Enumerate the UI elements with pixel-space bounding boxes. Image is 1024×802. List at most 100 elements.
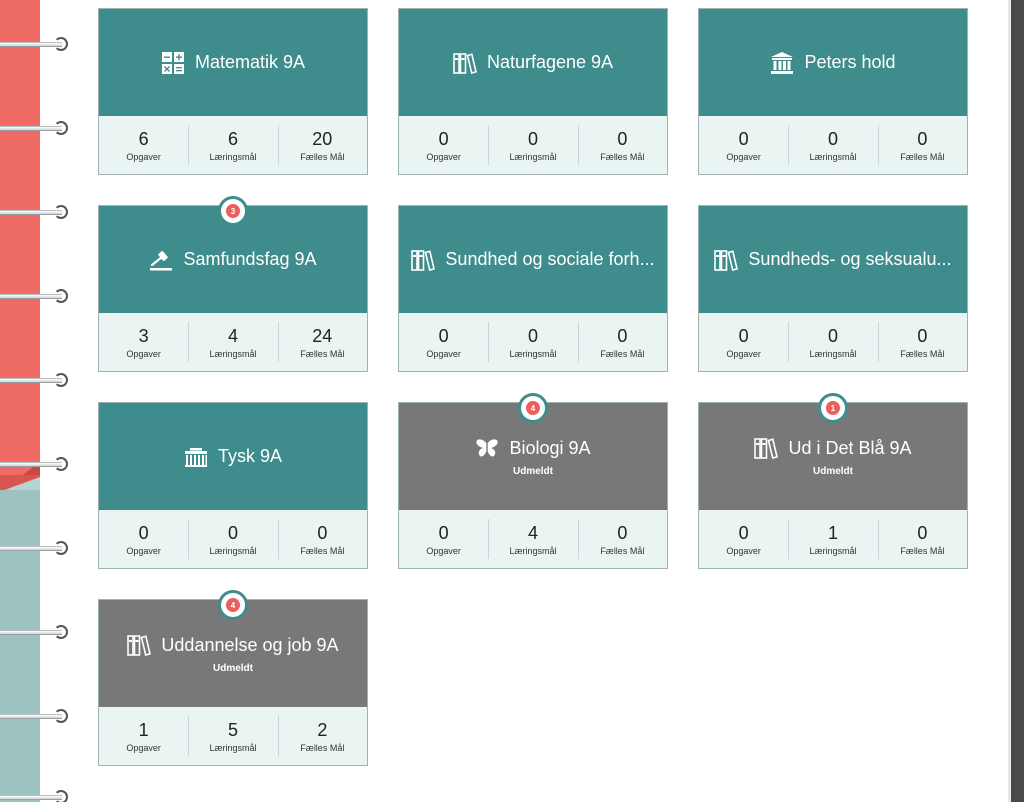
stat-label: Læringsmål	[509, 348, 557, 359]
brandenburg-gate-icon	[184, 445, 208, 469]
stat-tasks[interactable]: 1 Opgaver	[99, 707, 188, 765]
notification-badge[interactable]: 4	[218, 590, 248, 620]
course-card[interactable]: 1 Ud i Det Blå 9A Udmeldt 0 Opgaver 1 Lærings…	[698, 393, 968, 569]
stat-goals[interactable]: 6 Læringsmål	[188, 116, 277, 174]
course-card[interactable]: 3 Samfundsfag 9A 3 Opgaver 4 Læringsmål 24 Fæl…	[98, 196, 368, 372]
stat-value: 0	[527, 128, 538, 149]
card-title-row: Tysk 9A	[107, 445, 359, 469]
stat-tasks[interactable]: 0 Opgaver	[399, 116, 488, 174]
stat-common-goals[interactable]: 0 Fælles Mål	[877, 510, 967, 568]
notification-badge[interactable]: 1	[818, 393, 848, 423]
stat-goals[interactable]: 4 Læringsmål	[188, 313, 277, 371]
stat-common-goals[interactable]: 0 Fælles Mål	[577, 510, 667, 568]
stat-goals[interactable]: 4 Læringsmål	[488, 510, 577, 568]
stat-tasks[interactable]: 0 Opgaver	[399, 313, 488, 371]
course-card[interactable]: Tysk 9A 0 Opgaver 0 Læringsmål 0 Fælles Mål	[98, 402, 368, 569]
books-icon	[714, 248, 739, 272]
card-header[interactable]: Sundhed og sociale forh...	[399, 206, 667, 313]
stat-value: 5	[227, 719, 238, 740]
stat-tasks[interactable]: 0 Opgaver	[399, 510, 488, 568]
stat-goals[interactable]: 1 Læringsmål	[788, 510, 877, 568]
course-card[interactable]: Peters hold 0 Opgaver 0 Læringsmål 0 Fælles Må…	[698, 8, 968, 175]
stat-value: 0	[527, 325, 538, 346]
stat-label: Læringsmål	[209, 545, 257, 556]
card-header[interactable]: Matematik 9A	[99, 9, 367, 116]
stat-value: 0	[317, 522, 328, 543]
course-card[interactable]: Sundhed og sociale forh... 0 Opgaver 0 Lærin…	[398, 205, 668, 372]
card-title: Uddannelse og job 9A	[161, 634, 339, 655]
books-icon	[754, 436, 779, 460]
stat-label: Opgaver	[426, 348, 461, 359]
status-label: Udmeldt	[213, 663, 253, 674]
course-card[interactable]: 4 Biologi 9A Udmeldt 0 Opgaver 4 Læringsmål 0 F…	[398, 393, 668, 569]
card-title: Naturfagene 9A	[486, 52, 614, 72]
stat-goals[interactable]: 0 Læringsmål	[788, 313, 877, 371]
stat-common-goals[interactable]: 0 Fælles Mål	[877, 116, 967, 174]
stat-common-goals[interactable]: 0 Fælles Mål	[277, 510, 367, 568]
stat-goals[interactable]: 0 Læringsmål	[488, 313, 577, 371]
card-stats: 0 Opgaver 0 Læringsmål 0 Fælles Mål	[399, 313, 667, 371]
decor-paper	[0, 490, 40, 802]
stat-value: 0	[917, 325, 928, 346]
card-title: Peters hold	[804, 52, 896, 72]
stat-label: Læringsmål	[809, 348, 857, 359]
card-stats: 0 Opgaver 0 Læringsmål 0 Fælles Mål	[399, 116, 667, 174]
course-card[interactable]: 4 Uddannelse og job 9A Udmeldt 1 Opgaver 5 Læ…	[98, 590, 368, 766]
notification-badge[interactable]: 4	[518, 393, 548, 423]
stat-label: Fælles Mål	[300, 151, 345, 162]
stat-label: Opgaver	[126, 545, 161, 556]
stat-common-goals[interactable]: 0 Fælles Mål	[877, 313, 967, 371]
stat-label: Fælles Mål	[600, 151, 645, 162]
stat-tasks[interactable]: 0 Opgaver	[699, 313, 788, 371]
stat-tasks[interactable]: 0 Opgaver	[699, 116, 788, 174]
binder-ring	[0, 457, 70, 473]
stat-value: 0	[917, 128, 928, 149]
stat-value: 6	[138, 128, 149, 149]
card-header[interactable]: Naturfagene 9A	[399, 9, 667, 116]
notification-badge[interactable]: 3	[218, 196, 248, 226]
binder-ring	[0, 790, 70, 802]
stat-value: 3	[138, 325, 149, 346]
stat-tasks[interactable]: 0 Opgaver	[99, 510, 188, 568]
card-header[interactable]: Sundheds- og seksualu...	[699, 206, 967, 313]
stat-label: Læringsmål	[809, 545, 857, 556]
stat-tasks[interactable]: 0 Opgaver	[699, 510, 788, 568]
stat-label: Opgaver	[726, 545, 761, 556]
side-scrollbar[interactable]	[1011, 0, 1024, 802]
stat-common-goals[interactable]: 24 Fælles Mål	[277, 313, 367, 371]
card-title-row: Uddannelse og job 9A	[107, 633, 359, 657]
card-stats: 3 Opgaver 4 Læringsmål 24 Fælles Mål	[99, 313, 367, 371]
stat-value: 0	[738, 325, 749, 346]
stat-label: Fælles Mål	[300, 545, 345, 556]
card-title-row: Ud i Det Blå 9A	[707, 436, 959, 460]
course-card[interactable]: Naturfagene 9A 0 Opgaver 0 Læringsmål 0 Fælles…	[398, 8, 668, 175]
stat-value: 0	[438, 522, 449, 543]
stat-goals[interactable]: 0 Læringsmål	[488, 116, 577, 174]
card-title-row: Matematik 9A	[107, 51, 359, 75]
card-header[interactable]: Tysk 9A	[99, 403, 367, 510]
card-header[interactable]: Peters hold	[699, 9, 967, 116]
stat-label: Fælles Mål	[300, 348, 345, 359]
stat-tasks[interactable]: 6 Opgaver	[99, 116, 188, 174]
card-title: Matematik 9A	[194, 52, 306, 72]
binder-ring	[0, 289, 70, 305]
stat-label: Opgaver	[126, 742, 161, 753]
stat-label: Læringsmål	[209, 348, 257, 359]
stat-label: Fælles Mål	[300, 742, 345, 753]
stat-common-goals[interactable]: 0 Fælles Mål	[577, 116, 667, 174]
stat-value: 2	[317, 719, 328, 740]
course-card[interactable]: Sundheds- og seksualu... 0 Opgaver 0 Lærings…	[698, 205, 968, 372]
stat-label: Læringsmål	[509, 545, 557, 556]
stat-common-goals[interactable]: 0 Fælles Mål	[577, 313, 667, 371]
stat-goals[interactable]: 5 Læringsmål	[188, 707, 277, 765]
stat-label: Fælles Mål	[600, 348, 645, 359]
binder-ring	[0, 625, 70, 641]
stat-tasks[interactable]: 3 Opgaver	[99, 313, 188, 371]
stat-common-goals[interactable]: 2 Fælles Mål	[277, 707, 367, 765]
status-label: Udmeldt	[513, 466, 553, 477]
stat-goals[interactable]: 0 Læringsmål	[188, 510, 277, 568]
stat-goals[interactable]: 0 Læringsmål	[788, 116, 877, 174]
stat-label: Fælles Mål	[900, 151, 945, 162]
stat-common-goals[interactable]: 20 Fælles Mål	[277, 116, 367, 174]
course-card[interactable]: Matematik 9A 6 Opgaver 6 Læringsmål 20 Fælles …	[98, 8, 368, 175]
